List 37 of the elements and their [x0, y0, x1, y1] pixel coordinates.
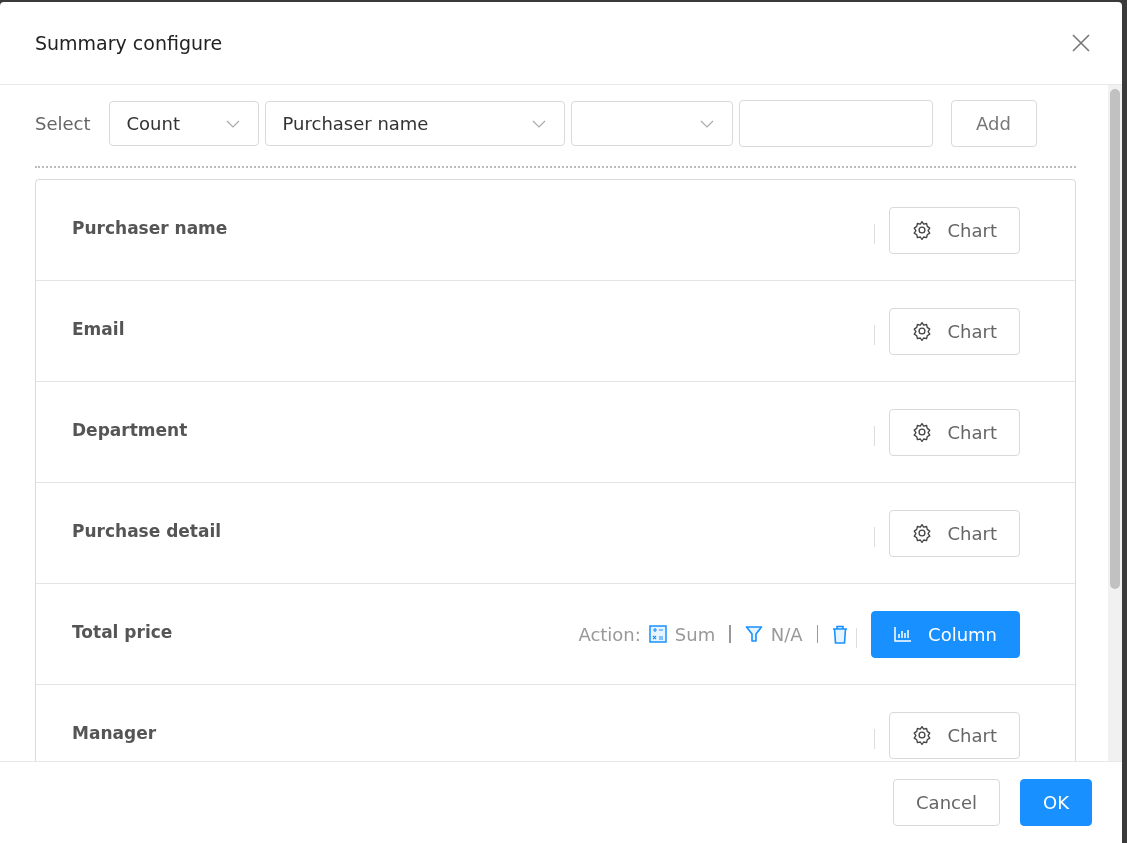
chart-button[interactable]: Chart [888, 711, 1020, 759]
chevron-down-icon [699, 119, 714, 128]
field-name: Purchase detail [72, 521, 222, 541]
scrollbar[interactable] [1108, 85, 1122, 761]
settings-icon [911, 523, 932, 543]
calculator-icon [648, 625, 667, 643]
field-name: Manager [72, 723, 157, 743]
chart-button[interactable]: Chart [888, 408, 1020, 456]
field-name: Purchaser name [72, 218, 228, 238]
chart-button[interactable]: Chart [888, 206, 1020, 254]
field-name: Department [72, 420, 188, 440]
settings-icon [911, 220, 932, 240]
close-icon[interactable] [1072, 34, 1090, 52]
select-label: Select [35, 113, 91, 134]
chevron-down-icon [531, 119, 546, 128]
ok-button[interactable]: OK [1020, 779, 1092, 826]
chevron-down-icon [225, 119, 240, 128]
settings-icon [911, 321, 932, 341]
dialog-title: Summary configure [35, 32, 223, 54]
dropdown[interactable]: Count [108, 101, 259, 146]
field-name: Total price [72, 622, 173, 642]
dropdown[interactable] [570, 101, 733, 146]
bar-chart-icon [894, 626, 913, 642]
dropdown[interactable]: Purchaser name [264, 101, 565, 146]
cancel-button[interactable]: Cancel [893, 779, 1000, 826]
scrollbar-thumb[interactable] [1110, 89, 1120, 589]
trash-icon[interactable] [832, 624, 849, 644]
chart-button[interactable]: Chart [888, 509, 1020, 557]
column-button[interactable]: Column [871, 610, 1020, 658]
add-button[interactable]: Add [950, 100, 1037, 147]
settings-icon [911, 422, 932, 442]
action-label: Action: [578, 623, 641, 645]
settings-icon [911, 725, 932, 745]
field-name: Email [72, 319, 125, 339]
chart-button[interactable]: Chart [888, 307, 1020, 355]
filter-icon [744, 625, 763, 643]
input-field[interactable] [738, 100, 933, 147]
